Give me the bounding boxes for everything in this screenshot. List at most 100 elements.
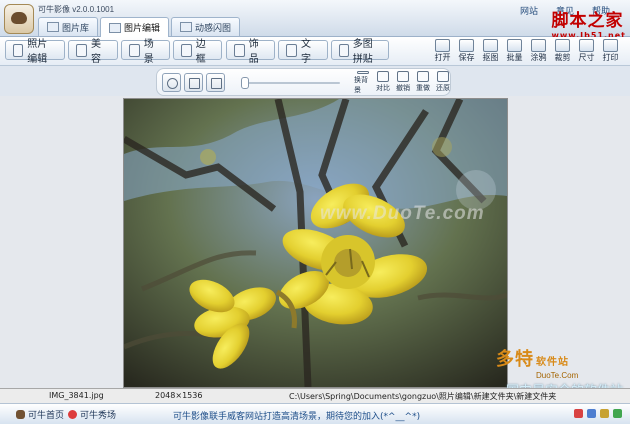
brand-overlay: 多特软件站 DuoTe.Com 国内最安全的软件站 [496,345,628,398]
kenew-home-link[interactable]: 可牛首页 [16,408,64,421]
button-label: 美 容 [91,39,102,65]
frame-icon [181,43,192,57]
tab-label: 动感闪图 [195,23,232,34]
print-icon [603,39,618,52]
status-bar: IMG_3841.jpg 2048×1536 C:\Users\Spring\D… [0,388,630,404]
toolbar-label: 打开 [434,53,451,62]
batch-button[interactable]: 批量 [503,38,526,64]
doodle-button[interactable]: 涂鸦 [527,38,550,64]
redo-icon [417,71,429,82]
edit-actions: 换背景 对比 撤销 重做 还原 [354,71,452,95]
toolbar-label: 打印 [602,53,619,62]
brand-name-suffix: 软件站 [536,357,569,368]
change-background-button[interactable]: 换背景 [354,71,372,95]
scene-button[interactable]: 场 景 [121,39,170,65]
open-icon [435,39,450,52]
picture-library-icon [47,22,59,32]
app-logo-icon [4,4,34,34]
undo-icon [397,71,409,82]
main-tabs: 图片库 图片编辑 动感闪图 [38,17,242,37]
bottom-link-label: 可牛首页 [28,411,65,421]
bottom-link-label: 可牛秀场 [80,411,117,421]
actual-size-button[interactable] [206,73,225,92]
home-cow-icon [16,410,25,419]
green-status-icon[interactable] [613,409,622,418]
crop-icon [555,39,570,52]
flower-photo [124,99,507,387]
frame-button[interactable]: 边 框 [173,39,222,65]
compare-button[interactable]: 对比 [374,71,392,95]
compare-icon [377,71,389,82]
scene-icon [129,43,140,57]
tab-picture-edit[interactable]: 图片编辑 [100,17,170,37]
edited-photo: www.DuoTe.com [124,99,507,387]
corner-watermark-title: 脚本之家 [551,11,624,31]
toolbar-label: 抠图 [482,53,499,62]
photo-edit-icon [13,43,24,57]
app-title: 可牛影像 v2.0.0.1001 [38,5,115,14]
toolbar-label: 裁剪 [554,53,571,62]
restore-icon [437,71,449,82]
resize-icon [579,39,594,52]
text-button[interactable]: 文 字 [278,39,328,65]
button-label: 多图拼贴 [352,39,373,65]
action-label: 重做 [416,84,430,92]
batch-icon [507,39,522,52]
fit-view-button[interactable] [184,73,203,92]
button-label: 文 字 [301,39,312,65]
yellow-status-icon[interactable] [600,409,609,418]
kenew-showcase-link[interactable]: 可牛秀场 [68,408,116,421]
red-status-icon[interactable] [574,409,583,418]
photo-edit-button[interactable]: 照片编辑 [5,39,65,65]
toolbar-label: 批量 [506,53,523,62]
resize-button[interactable]: 尺寸 [575,38,598,64]
zoom-slider-handle[interactable] [241,77,249,89]
crop-button[interactable]: 裁剪 [551,38,574,64]
redo-button[interactable]: 重做 [414,71,432,95]
blue-status-icon[interactable] [587,409,596,418]
file-path: C:\Users\Spring\Documents\gongzuo\照片编辑\新… [289,392,557,401]
brand-name-main: 多特 [496,349,534,369]
window-titlebar: 可牛影像 v2.0.0.1001 图片库 图片编辑 动感闪图 网站 意见 帮助 … [0,0,630,40]
button-label: 饰 品 [248,39,259,65]
restore-button[interactable]: 还原 [434,71,452,95]
undo-button[interactable]: 撤销 [394,71,412,95]
background-icon [357,71,369,74]
zoom-slider-track[interactable] [241,82,340,84]
cutout-button[interactable]: 抠图 [479,38,502,64]
rotate-icon [167,78,178,89]
toolbar-label: 保存 [458,53,475,62]
open-button[interactable]: 打开 [431,38,454,64]
tab-label: 图片编辑 [124,24,161,34]
save-icon [459,39,474,52]
action-label: 撤销 [396,84,410,92]
monitor-icon [189,78,200,89]
collage-button[interactable]: 多图拼贴 [331,39,389,65]
beauty-button[interactable]: 美 容 [68,39,118,65]
image-dimensions: 2048×1536 [155,391,203,400]
status-icons [574,409,622,418]
brand-name: 多特 软件站 [496,345,628,371]
decorations-icon [234,43,245,57]
photo-watermark: www.DuoTe.com [320,203,485,224]
promotion-message[interactable]: 可牛影像联手威客网站打造高清场景，期待您的加入(*^__^*) [173,409,420,422]
tab-label: 图片库 [62,23,90,34]
brand-url: DuoTe.Com [536,371,579,380]
website-link[interactable]: 网站 [520,4,538,17]
rotate-button[interactable] [162,73,181,92]
decorations-button[interactable]: 饰 品 [226,39,275,65]
toolbar-label: 涂鸦 [530,53,547,62]
main-toolbar: 照片编辑 美 容 场 景 边 框 饰 品 文 字 多图拼贴 打开 保存 抠图 批… [0,37,630,66]
print-button[interactable]: 打印 [599,38,622,64]
tab-animated-flash[interactable]: 动感闪图 [171,17,241,36]
toolbar-label: 尺寸 [578,53,595,62]
button-label: 场 景 [143,39,154,65]
beauty-icon [76,43,88,57]
corner-watermark: 脚本之家 www.Jb51.net [551,6,626,40]
button-label: 边 框 [195,39,206,65]
tab-picture-library[interactable]: 图片库 [38,17,99,36]
collage-icon [339,43,349,57]
file-name: IMG_3841.jpg [49,391,104,400]
action-label: 对比 [376,84,390,92]
save-button[interactable]: 保存 [455,38,478,64]
